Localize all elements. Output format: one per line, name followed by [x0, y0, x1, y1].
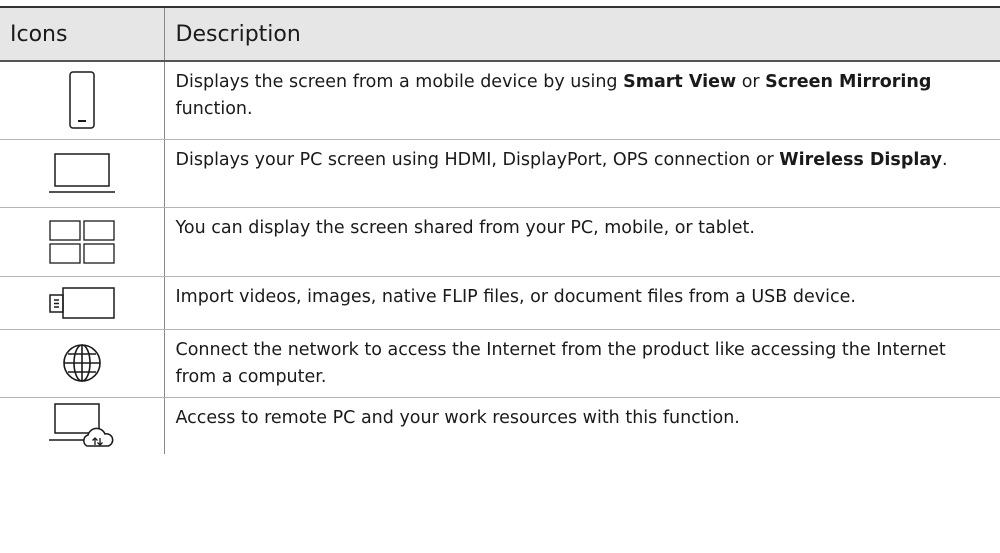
table-row: Import videos, images, native FLIP files…: [0, 276, 1000, 330]
laptop-pc-icon: [48, 153, 115, 193]
description-cell: Displays the screen from a mobile device…: [163, 61, 1000, 140]
description-cell: Import videos, images, native FLIP files…: [163, 276, 1000, 330]
description-cell: Access to remote PC and your work resour…: [163, 397, 1000, 454]
globe-internet-icon: [62, 344, 101, 382]
table-row: Displays the screen from a mobile device…: [0, 61, 1000, 140]
mobile-device-icon: [69, 71, 95, 129]
description-cell: Connect the network to access the Intern…: [163, 329, 1000, 398]
smart-view-term: Smart View: [623, 72, 737, 92]
table-row: Displays your PC screen using HDMI, Disp…: [0, 139, 1000, 208]
icons-description-table: Icons Description Displays the screen fr…: [0, 6, 1000, 454]
remote-pc-icon: [48, 403, 114, 447]
table-row: You can display the screen shared from y…: [0, 207, 1000, 277]
screen-mirroring-term: Screen Mirroring: [765, 72, 932, 92]
description-cell: Displays your PC screen using HDMI, Disp…: [163, 139, 1000, 208]
description-column-header: Description: [163, 6, 1000, 62]
table-row: Access to remote PC and your work resour…: [0, 397, 1000, 454]
wireless-display-term: Wireless Display: [779, 149, 943, 170]
icons-column-header: Icons: [0, 6, 164, 62]
usb-device-icon: [49, 286, 115, 319]
screen-share-grid-icon: [49, 219, 115, 264]
description-cell: You can display the screen shared from y…: [163, 207, 1000, 277]
table-header-row: Icons Description: [0, 6, 1000, 62]
table-row: Connect the network to access the Intern…: [0, 329, 1000, 398]
